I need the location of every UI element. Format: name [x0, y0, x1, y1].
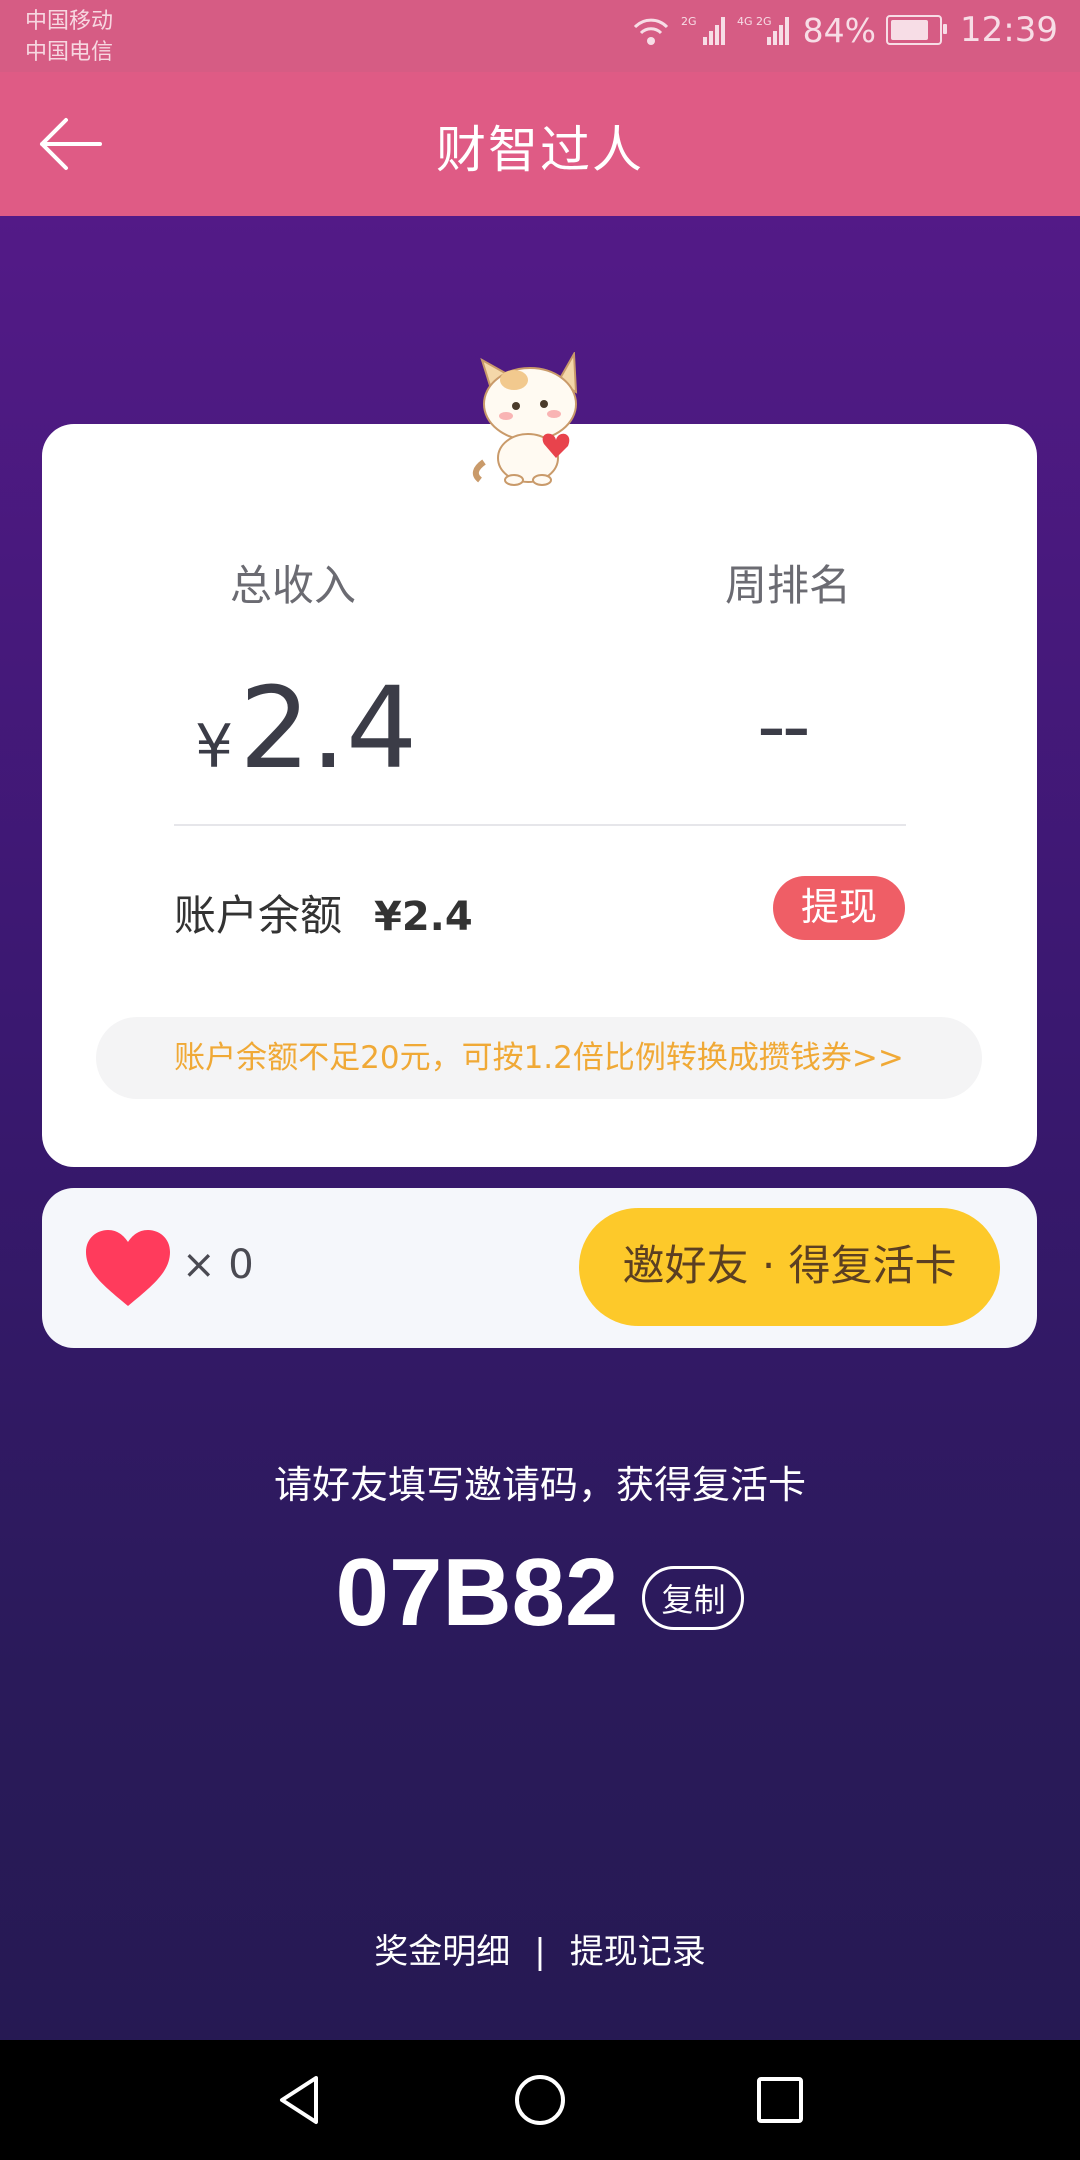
divider [174, 824, 906, 826]
invite-code-row: 07B82 复制 [0, 1533, 1080, 1653]
screen: 中国移动 中国电信 2G 4G 2G 84% 12:39 财智过人 总收入 周排… [0, 0, 1080, 2160]
invite-code: 07B82 [335, 1539, 619, 1646]
invite-friends-button[interactable]: 邀好友 · 得复活卡 [579, 1208, 1000, 1326]
convert-notice-link[interactable]: 账户余额不足20元，可按1.2倍比例转换成攒钱券>> [96, 1017, 982, 1099]
weekly-rank-value: -- [757, 680, 811, 773]
heart-icon [86, 1230, 170, 1306]
balance-label: 账户余额 [174, 891, 343, 940]
system-nav-bar [0, 2040, 1080, 2160]
total-income-label: 总收入 [230, 561, 357, 610]
nav-back-icon[interactable] [270, 2070, 330, 2130]
app-bar: 财智过人 [0, 72, 1080, 216]
page-title: 财智过人 [436, 121, 644, 179]
withdraw-records-link[interactable]: 提现记录 [570, 1932, 706, 1972]
signal-2g-icon: 2G [681, 15, 725, 45]
footer-links: 奖金明细 | 提现记录 [0, 1924, 1080, 1973]
withdraw-button[interactable]: 提现 [773, 876, 905, 940]
clock: 12:39 [960, 10, 1058, 50]
currency-symbol: ¥ [195, 712, 234, 782]
total-income-value: ¥2.4 [195, 664, 417, 794]
main-content: 总收入 周排名 ¥2.4 -- 账户余额 ¥2.4 提现 账户余额不足20元，可按… [0, 216, 1080, 2040]
total-income-amount: 2.4 [239, 664, 418, 794]
battery-icon [886, 15, 948, 45]
nav-home-icon[interactable] [510, 2070, 570, 2130]
copy-button[interactable]: 复制 [642, 1566, 745, 1630]
nav-recents-icon[interactable] [750, 2070, 810, 2130]
revive-card-count: × 0 [182, 1242, 254, 1288]
earnings-card: 总收入 周排名 ¥2.4 -- 账户余额 ¥2.4 提现 账户余额不足20元，可按… [42, 424, 1037, 1167]
wifi-icon [633, 18, 668, 45]
link-separator: | [534, 1932, 546, 1972]
weekly-rank-label: 周排名 [725, 561, 852, 610]
signal-4g-label: 4G 2G [737, 15, 772, 28]
signal-2g-label: 2G [681, 15, 697, 28]
carrier-info: 中国移动 中国电信 [25, 6, 113, 68]
bonus-details-link[interactable]: 奖金明细 [374, 1932, 510, 1972]
battery-percent: 84% [802, 10, 877, 50]
battery-level [891, 20, 929, 40]
cat-mascot-icon [472, 352, 578, 486]
status-icons: 2G 4G 2G 84% 12:39 [631, 10, 1058, 50]
signal-4g-icon: 4G 2G [737, 15, 789, 45]
balance-row: 账户余额 ¥2.4 [174, 882, 473, 943]
carrier-1: 中国移动 [25, 9, 114, 34]
status-bar: 中国移动 中国电信 2G 4G 2G 84% 12:39 [0, 0, 1080, 72]
carrier-2: 中国电信 [25, 40, 114, 65]
revive-card-panel: × 0 邀好友 · 得复活卡 [42, 1188, 1037, 1348]
balance-value: ¥2.4 [374, 894, 473, 940]
invite-code-hint: 请好友填写邀请码，获得复活卡 [273, 1463, 806, 1507]
